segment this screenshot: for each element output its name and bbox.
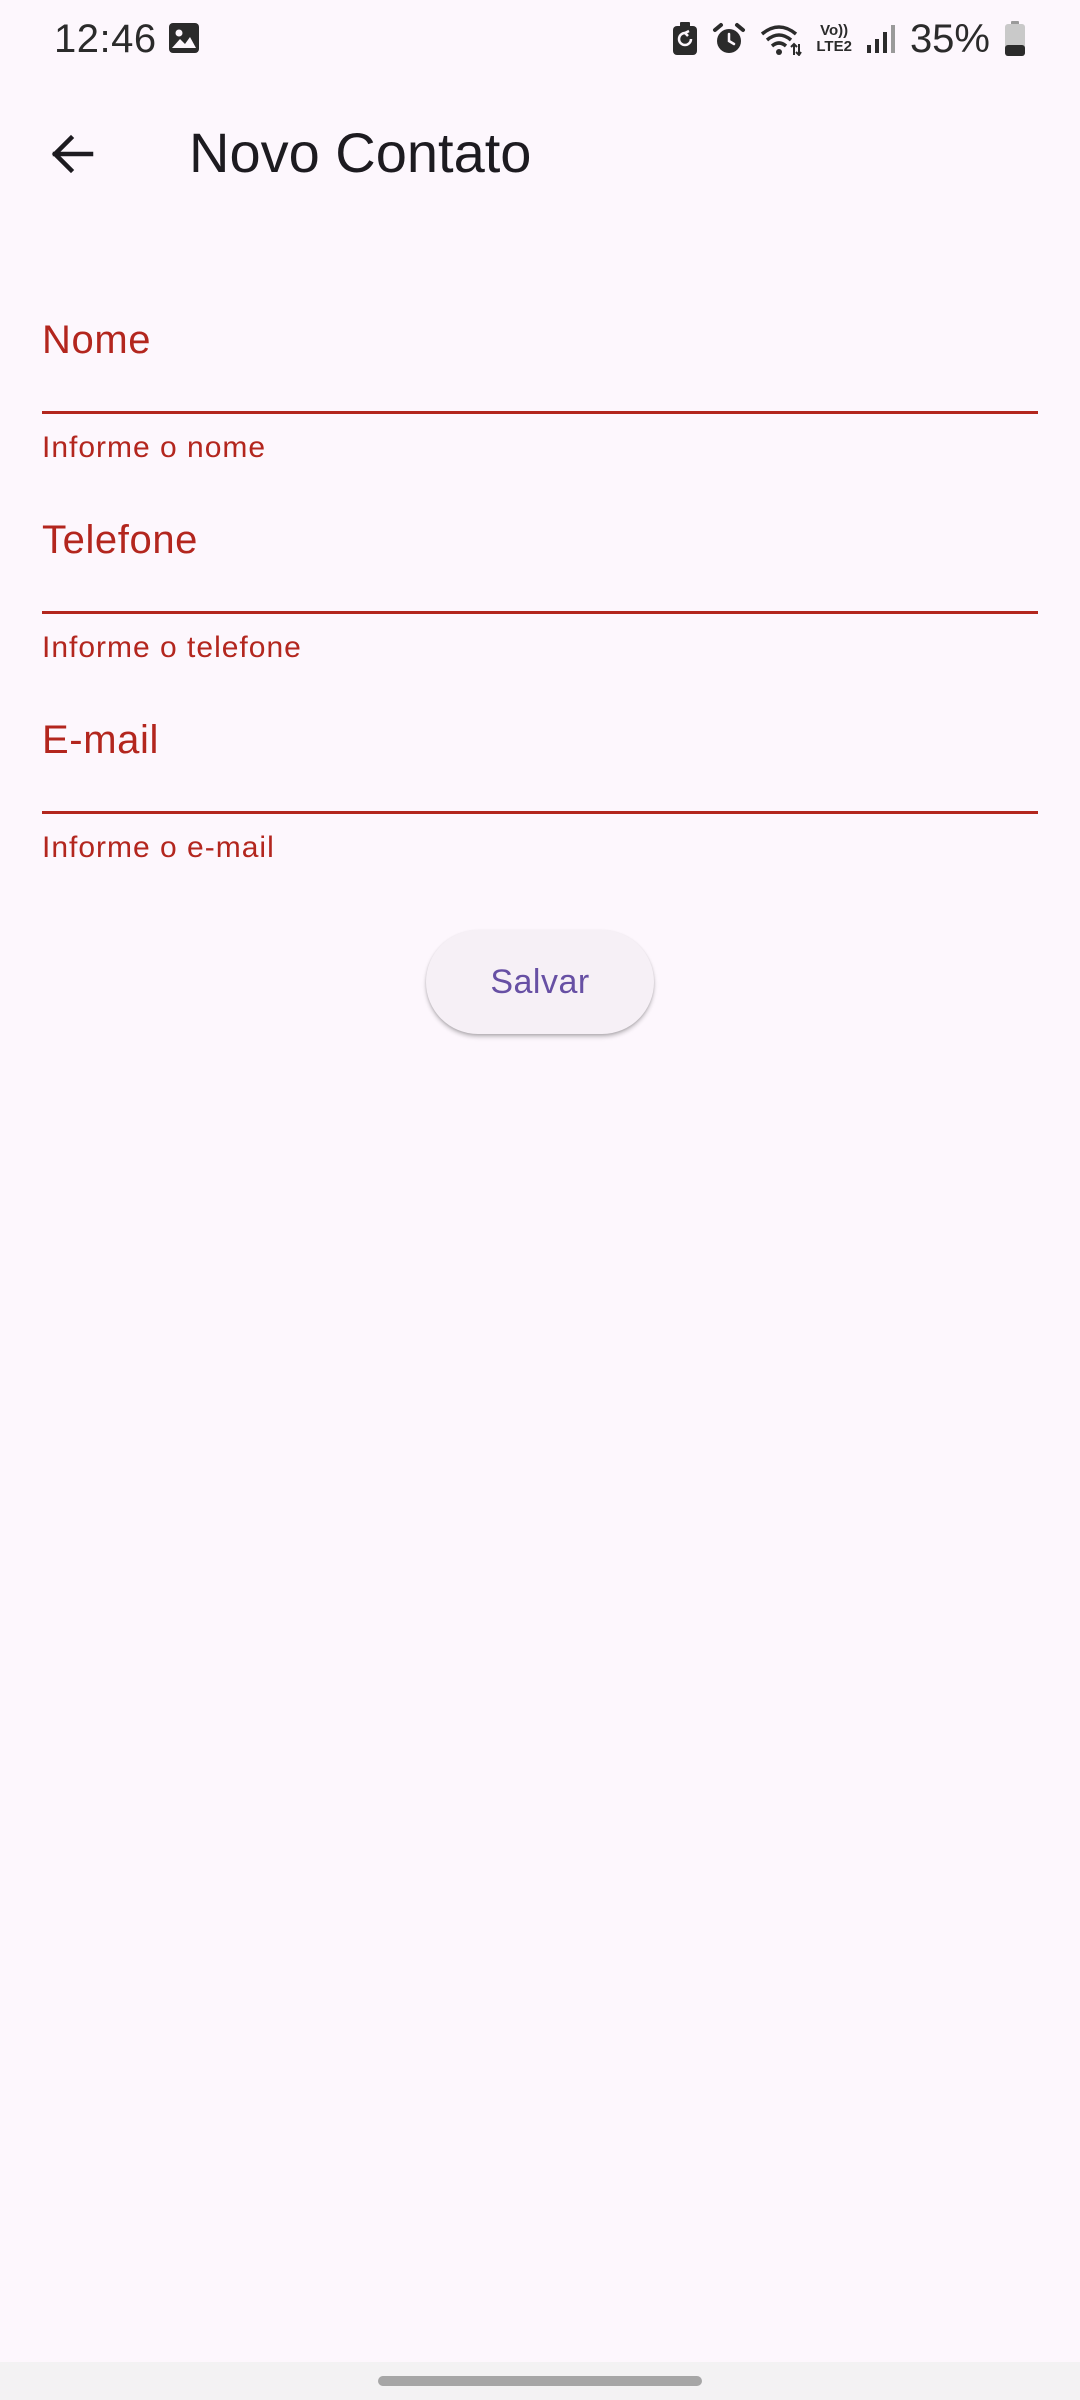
battery-icon [1004,21,1026,57]
save-button-label: Salvar [490,962,590,1001]
navigation-bar [0,2362,1080,2400]
page-title: Novo Contato [189,121,532,184]
name-underline [42,411,1038,414]
name-error-text: Informe o nome [42,431,267,464]
save-button[interactable]: Salvar [426,930,654,1034]
phone-underline [42,611,1038,614]
email-error-text: Informe o e-mail [42,831,275,864]
contact-form: Nome Informe o nome Telefone Informe o t… [42,290,1038,890]
sync-icon [672,22,698,56]
arrow-back-icon [49,131,95,182]
volte-bottom-label: LTE2 [816,38,852,55]
battery-percent: 35% [909,17,990,61]
signal-icon [866,24,896,54]
volte-icon: Vo)) LTE2 [816,23,852,55]
status-icons: Vo)) LTE2 35% [672,16,1026,62]
wifi-icon [760,22,803,56]
phone-field: Telefone Informe o telefone [42,490,1038,690]
back-button[interactable] [30,114,114,198]
name-field: Nome Informe o nome [42,290,1038,490]
status-time: 12:46 [54,17,157,61]
gesture-handle[interactable] [378,2376,702,2386]
status-bar: 12:46 Vo)) LTE2 35% [0,0,1080,78]
gallery-icon [168,22,200,54]
name-input[interactable] [42,290,1038,412]
phone-error-text: Informe o telefone [42,631,302,664]
phone-input[interactable] [42,490,1038,612]
email-underline [42,811,1038,814]
email-input[interactable] [42,690,1038,812]
email-field: E-mail Informe o e-mail [42,690,1038,890]
volte-top-label: Vo)) [820,22,849,39]
app-bar: Novo Contato [0,100,1080,205]
alarm-icon [712,22,746,56]
